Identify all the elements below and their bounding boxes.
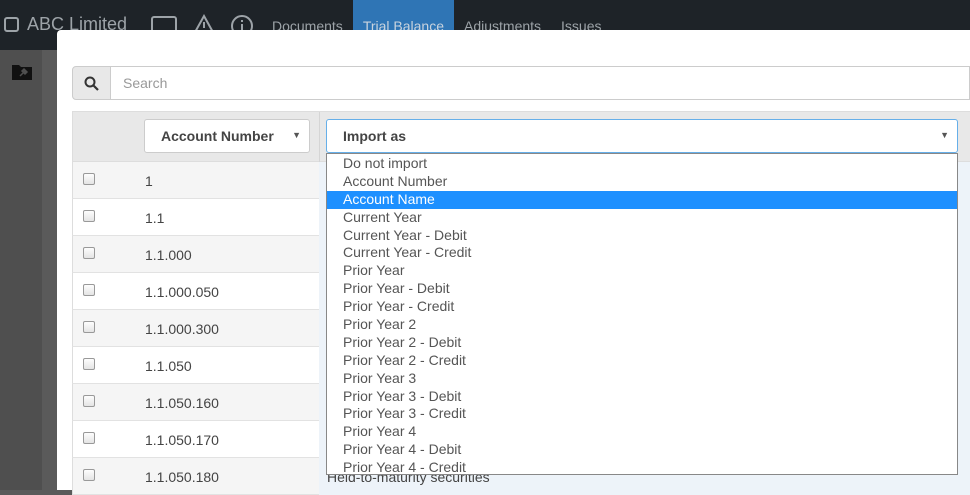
row-checkbox[interactable] [83,173,95,185]
row-checkbox[interactable] [83,358,95,370]
select-label: Import as [343,128,407,144]
option-prior-year-4[interactable]: Prior Year 4 [327,423,957,441]
option-prior-year-credit[interactable]: Prior Year - Credit [327,298,957,316]
account-number: 1.1.000.050 [145,284,219,300]
option-prior-year-3[interactable]: Prior Year 3 [327,370,957,388]
search-bar [72,66,970,100]
option-prior-year-2-credit[interactable]: Prior Year 2 - Credit [327,352,957,370]
option-current-year[interactable]: Current Year [327,209,957,227]
select-label: Account Number [161,128,274,144]
folder-pin-icon[interactable] [11,63,33,84]
account-number: 1 [145,173,153,189]
account-number: 1.1.000 [145,247,192,263]
option-current-year-debit[interactable]: Current Year - Debit [327,227,957,245]
header-separator [319,112,320,163]
option-account-name[interactable]: Account Name [327,190,957,209]
row-checkbox[interactable] [83,395,95,407]
option-prior-year-2[interactable]: Prior Year 2 [327,316,957,334]
import-as-dropdown-list: Do not import Account Number Account Nam… [326,153,958,475]
column-select-account-number[interactable]: Account Number ▼ [144,119,310,153]
search-button[interactable] [72,66,111,100]
row-checkbox[interactable] [83,210,95,222]
search-icon [84,76,99,91]
row-checkbox[interactable] [83,284,95,296]
option-prior-year[interactable]: Prior Year [327,262,957,280]
option-prior-year-4-debit[interactable]: Prior Year 4 - Debit [327,441,957,459]
option-prior-year-3-credit[interactable]: Prior Year 3 - Credit [327,405,957,423]
column-select-import-as[interactable]: Import as ▼ [326,119,958,153]
option-current-year-credit[interactable]: Current Year - Credit [327,244,957,262]
checkbox-square-icon [4,17,19,32]
option-prior-year-3-debit[interactable]: Prior Year 3 - Debit [327,388,957,406]
row-checkbox[interactable] [83,432,95,444]
caret-down-icon: ▼ [940,130,949,140]
row-checkbox[interactable] [83,247,95,259]
left-sidebar [0,50,42,490]
account-number: 1.1 [145,210,165,226]
account-number: 1.1.000.300 [145,321,219,337]
account-number: 1.1.050.160 [145,395,219,411]
row-checkbox[interactable] [83,321,95,333]
option-prior-year-4-credit[interactable]: Prior Year 4 - Credit [327,459,957,477]
row-checkbox[interactable] [83,469,95,481]
account-number: 1.1.050.180 [145,469,219,485]
option-do-not-import[interactable]: Do not import [327,155,957,173]
option-prior-year-debit[interactable]: Prior Year - Debit [327,280,957,298]
search-input[interactable] [111,66,970,100]
caret-down-icon: ▼ [292,130,301,140]
account-number: 1.1.050.170 [145,432,219,448]
option-account-number[interactable]: Account Number [327,173,957,191]
account-number: 1.1.050 [145,358,192,374]
option-prior-year-2-debit[interactable]: Prior Year 2 - Debit [327,334,957,352]
